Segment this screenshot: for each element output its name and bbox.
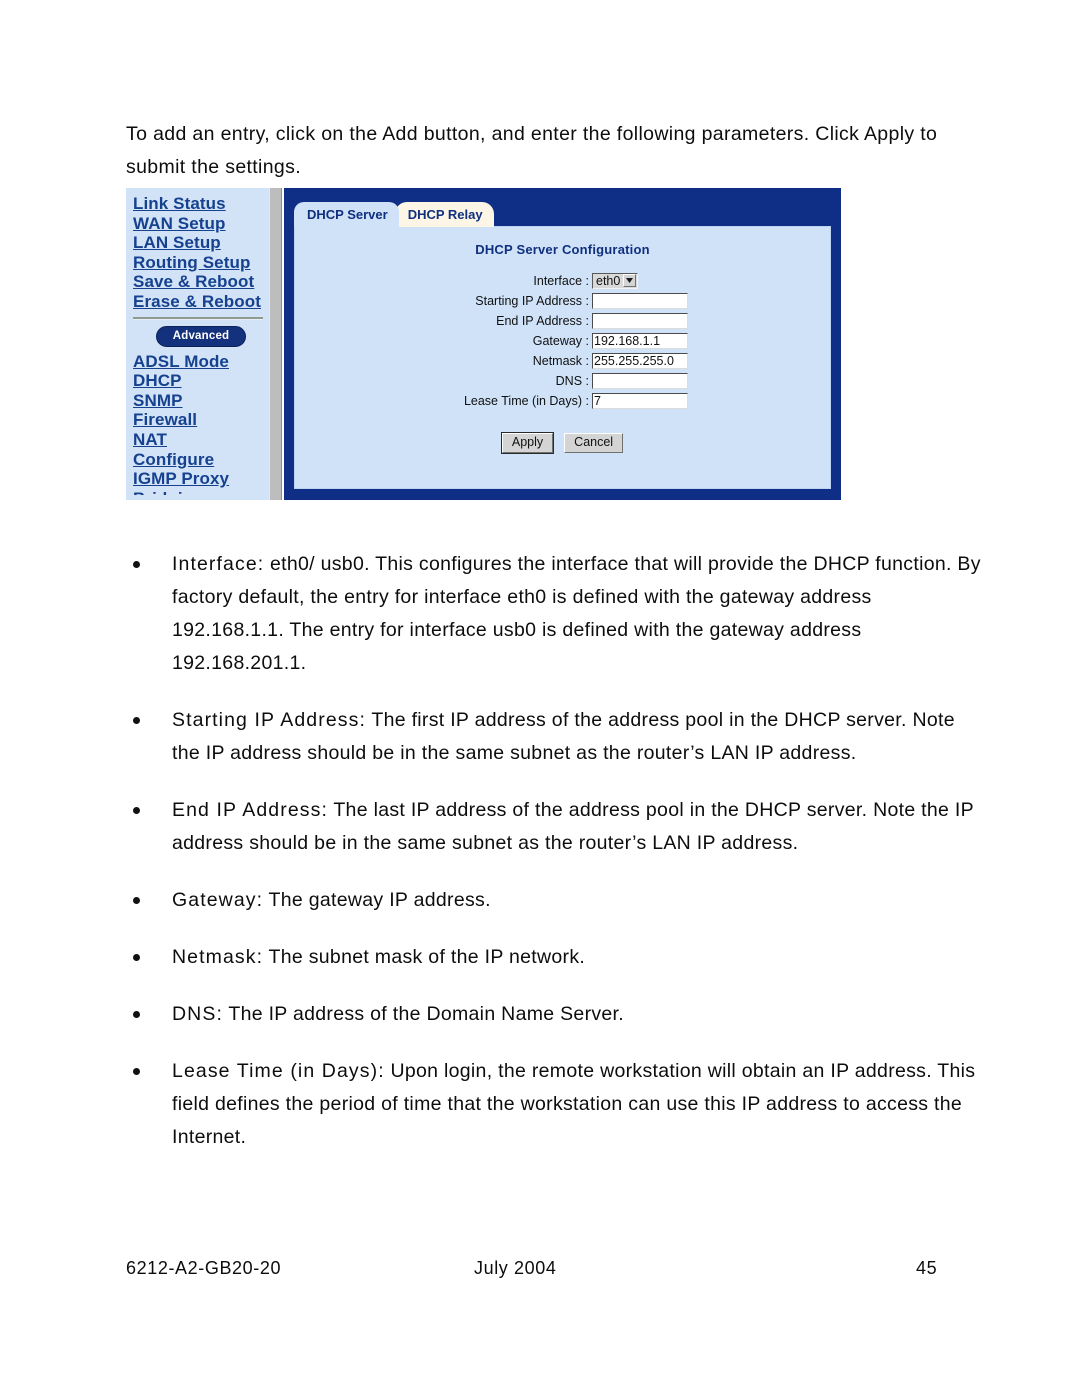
sidebar-item-dhcp[interactable]: DHCP [133, 371, 269, 391]
starting-ip-address-input[interactable] [592, 292, 688, 309]
sidebar-item-bridging[interactable]: Bridging [133, 489, 269, 495]
form-row-end-ip: End IP Address : [295, 311, 830, 330]
sidebar-item-erase-reboot[interactable]: Erase & Reboot [133, 292, 269, 312]
bullet-dot-icon [133, 897, 140, 904]
sidebar-item-snmp[interactable]: SNMP [133, 391, 269, 411]
label-starting-ip-address: Starting IP Address : [475, 293, 589, 308]
form-row-dns: DNS : [295, 371, 830, 390]
field-dns [592, 372, 688, 389]
bullet-term-starting-ip-address: Starting IP Address: [172, 709, 366, 731]
label-dns: DNS : [555, 373, 589, 388]
bullet-text-interface: eth0/ usb0. This configures the interfac… [172, 553, 981, 674]
form-row-starting-ip: Starting IP Address : [295, 291, 830, 310]
footer-document-number: 6212-A2-GB20-20 [126, 1258, 282, 1278]
label-lease-time: Lease Time (in Days) : [463, 393, 589, 408]
sidebar-divider [133, 316, 263, 320]
sidebar-item-lan-setup[interactable]: LAN Setup [133, 233, 269, 253]
parameter-bullet-list: Interface: eth0/ usb0. This configures t… [126, 548, 981, 1178]
document-page: To add an entry, click on the Add button… [0, 0, 1080, 1397]
sidebar-item-routing-setup[interactable]: Routing Setup [133, 253, 269, 273]
bullet-term-gateway: Gateway: [172, 889, 264, 911]
router-sidebar: Link Status WAN Setup LAN Setup Routing … [126, 188, 269, 500]
interface-select-value: eth0 [596, 273, 621, 288]
sidebar-item-configure[interactable]: Configure [133, 450, 269, 470]
sidebar-item-link-status[interactable]: Link Status [133, 194, 269, 214]
form-row-netmask: Netmask : 255.255.255.0 [295, 351, 830, 370]
field-end-ip [592, 312, 688, 329]
label-netmask: Netmask : [532, 353, 589, 368]
bullet-dot-icon [133, 561, 140, 568]
sidebar-item-firewall[interactable]: Firewall [133, 410, 269, 430]
bullet-netmask: Netmask: The subnet mask of the IP netwo… [126, 941, 981, 974]
dhcp-panel-body: DHCP Server Configuration Interface : et… [294, 226, 831, 489]
bullet-text-netmask: The subnet mask of the IP network. [263, 946, 586, 968]
field-netmask: 255.255.255.0 [592, 352, 688, 369]
label-gateway: Gateway : [532, 333, 589, 348]
sidebar-item-wan-setup[interactable]: WAN Setup [133, 214, 269, 234]
label-end-ip-address: End IP Address : [496, 313, 589, 328]
chevron-down-icon[interactable] [623, 274, 637, 287]
advanced-button-wrap: Advanced [133, 325, 269, 352]
sidebar-nav-list: Link Status WAN Setup LAN Setup Routing … [133, 194, 269, 495]
sidebar-item-igmp-proxy[interactable]: IGMP Proxy [133, 469, 269, 489]
bullet-term-dns: DNS: [172, 1003, 223, 1025]
tab-dhcp-relay[interactable]: DHCP Relay [394, 202, 494, 227]
tab-dhcp-server[interactable]: DHCP Server [294, 202, 399, 227]
form-row-gateway: Gateway : 192.168.1.1 [295, 331, 830, 350]
bullet-lease-time: Lease Time (in Days): Upon login, the re… [126, 1055, 981, 1154]
field-lease-time: 7 [592, 392, 688, 409]
footer-page-number: 45 [916, 1258, 938, 1278]
sidebar-item-nat[interactable]: NAT [133, 430, 269, 450]
sidebar-scrollbar[interactable] [269, 188, 282, 500]
bullet-term-netmask: Netmask: [172, 946, 264, 968]
bullet-gateway: Gateway: The gateway IP address. [126, 884, 981, 917]
dhcp-server-form: Interface : eth0 Starting IP Address : E… [295, 271, 830, 454]
form-button-row: Apply Cancel [295, 432, 830, 454]
bullet-term-end-ip-address: End IP Address: [172, 799, 328, 821]
advanced-button[interactable]: Advanced [155, 325, 247, 347]
field-interface: eth0 [592, 272, 688, 290]
bullet-interface: Interface: eth0/ usb0. This configures t… [126, 548, 981, 680]
sidebar-item-clipped: Bridging [133, 489, 269, 495]
cancel-button[interactable]: Cancel [564, 433, 624, 453]
end-ip-address-input[interactable] [592, 312, 688, 329]
dns-input[interactable] [592, 372, 688, 389]
tab-bar: DHCP Server DHCP Relay [294, 200, 494, 227]
label-interface: Interface : [533, 273, 589, 288]
bullet-term-interface: Interface: [172, 553, 265, 575]
dhcp-config-panel: DHCP Server DHCP Relay DHCP Server Confi… [284, 188, 841, 500]
bullet-end-ip-address: End IP Address: The last IP address of t… [126, 794, 981, 860]
apply-button[interactable]: Apply [500, 432, 555, 454]
interface-select[interactable]: eth0 [592, 272, 639, 289]
bullet-dot-icon [133, 717, 140, 724]
panel-title: DHCP Server Configuration [475, 242, 650, 257]
sidebar-item-save-reboot[interactable]: Save & Reboot [133, 272, 269, 292]
netmask-input[interactable]: 255.255.255.0 [592, 352, 688, 369]
gateway-input[interactable]: 192.168.1.1 [592, 332, 688, 349]
field-gateway: 192.168.1.1 [592, 332, 688, 349]
router-ui-figure: Link Status WAN Setup LAN Setup Routing … [126, 188, 841, 500]
bullet-dot-icon [133, 1068, 140, 1075]
bullet-dot-icon [133, 1011, 140, 1018]
footer-date: July 2004 [474, 1258, 557, 1278]
field-starting-ip [592, 292, 688, 309]
form-row-lease-time: Lease Time (in Days) : 7 [295, 391, 830, 410]
form-row-interface: Interface : eth0 [295, 271, 830, 290]
lease-time-input[interactable]: 7 [592, 392, 688, 409]
sidebar-item-adsl-mode[interactable]: ADSL Mode [133, 352, 269, 372]
bullet-starting-ip-address: Starting IP Address: The first IP addres… [126, 704, 981, 770]
bullet-text-gateway: The gateway IP address. [263, 889, 491, 911]
bullet-text-dns: The IP address of the Domain Name Server… [223, 1003, 624, 1025]
bullet-term-lease-time: Lease Time (in Days): [172, 1060, 385, 1082]
bullet-dot-icon [133, 954, 140, 961]
intro-paragraph: To add an entry, click on the Add button… [126, 123, 938, 178]
bullet-dns: DNS: The IP address of the Domain Name S… [126, 998, 981, 1031]
bullet-dot-icon [133, 807, 140, 814]
